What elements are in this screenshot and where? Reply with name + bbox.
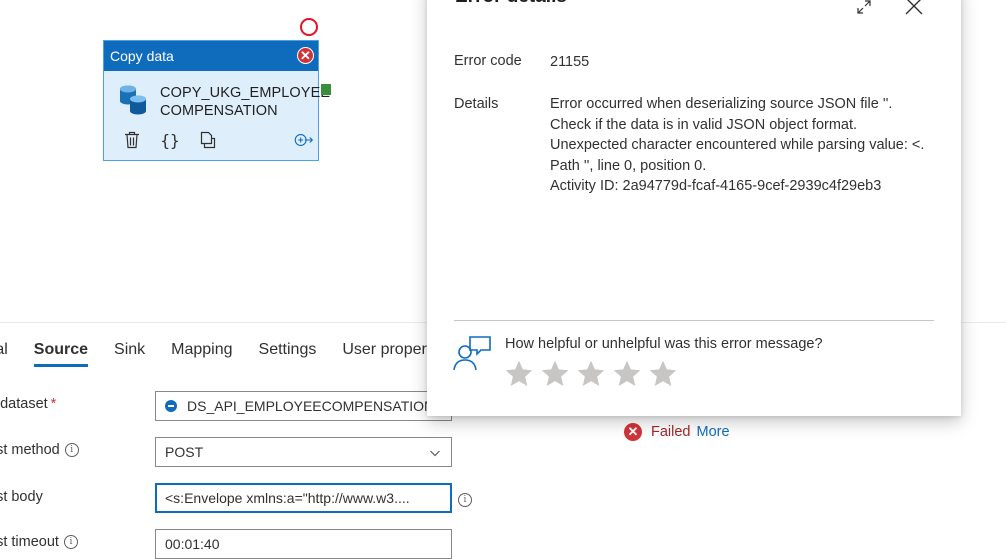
breakpoint-circle[interactable]: [300, 18, 318, 36]
tab-general[interactable]: ral: [0, 341, 8, 367]
request-body-input[interactable]: <s:Envelope xmlns:a="http://www.w3....: [155, 483, 452, 513]
feedback-divider: [454, 320, 934, 321]
activity-name: COPY_UKG_EMPLOYEE COMPENSATION: [160, 84, 331, 119]
status-text: Failed: [651, 424, 691, 440]
properties-tabs: ral Source Sink Mapping Settings User pr…: [0, 323, 453, 367]
code-icon[interactable]: {}: [160, 130, 180, 150]
expand-icon[interactable]: [857, 0, 871, 19]
chevron-down-icon: [429, 446, 441, 462]
info-icon[interactable]: i: [458, 491, 472, 509]
close-icon[interactable]: [905, 0, 923, 20]
star-2-icon[interactable]: [539, 358, 571, 395]
activity-type-label: Copy data: [110, 48, 174, 64]
copy-data-activity[interactable]: Copy data ✕ COPY_UKG_EMPLOYEE COMPENSATI…: [103, 40, 330, 161]
star-5-icon[interactable]: [647, 358, 679, 395]
tab-sink[interactable]: Sink: [114, 341, 145, 367]
success-output-port[interactable]: [321, 84, 331, 95]
request-method-select[interactable]: POST: [155, 437, 452, 467]
output-arrow-icon[interactable]: [294, 130, 314, 150]
tab-mapping[interactable]: Mapping: [171, 341, 232, 367]
request-timeout-input[interactable]: 00:01:40: [155, 529, 452, 559]
panel-title: Error details: [455, 0, 567, 8]
dataset-icon: [165, 400, 177, 412]
activity-header: Copy data ✕: [104, 41, 318, 71]
error-code-value: 21155: [550, 54, 590, 70]
delete-icon[interactable]: [122, 130, 142, 150]
source-dataset-label: e dataset*: [0, 396, 57, 412]
feedback-person-icon: [453, 335, 493, 376]
error-details-panel: Error details Error code 21155 Details E…: [427, 0, 961, 416]
request-timeout-label: est timeouti: [0, 534, 78, 550]
star-3-icon[interactable]: [575, 358, 607, 395]
tab-source[interactable]: Source: [33, 341, 89, 367]
star-4-icon[interactable]: [611, 358, 643, 395]
star-1-icon[interactable]: [503, 358, 535, 395]
source-dataset-select[interactable]: DS_API_EMPLOYEECOMPENSATION: [155, 391, 452, 421]
details-label: Details: [454, 96, 499, 112]
error-badge-icon[interactable]: ✕: [297, 47, 314, 64]
clone-icon[interactable]: [198, 130, 218, 150]
more-link[interactable]: More: [697, 424, 730, 440]
star-rating: [503, 358, 679, 395]
tab-user-properties[interactable]: User proper: [342, 341, 426, 367]
info-icon[interactable]: i: [64, 443, 79, 457]
feedback-question: How helpful or unhelpful was this error …: [505, 336, 823, 352]
failed-icon: ✕: [624, 423, 642, 441]
activity-status: ✕ Failed More: [624, 423, 730, 441]
error-code-label: Error code: [454, 53, 522, 69]
tab-settings[interactable]: Settings: [259, 341, 317, 367]
required-mark: *: [50, 396, 57, 412]
details-text: Error occurred when deserializing source…: [550, 96, 925, 194]
request-method-label: est methodi: [0, 442, 79, 458]
copy-data-icon: [118, 83, 148, 120]
request-body-label: est body: [0, 489, 43, 505]
